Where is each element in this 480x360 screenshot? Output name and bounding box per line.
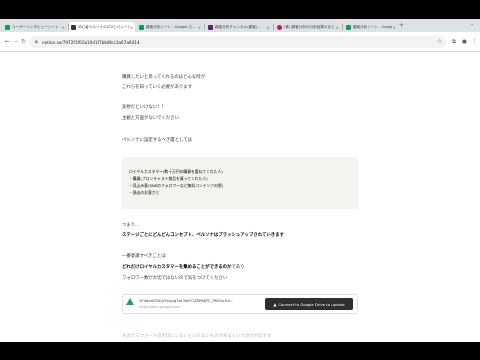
callout-line: ・過去のお客さと	[129, 190, 160, 195]
close-icon[interactable]: ×	[267, 25, 270, 30]
paragraph: つまり...	[122, 223, 140, 228]
profile-icon	[277, 24, 282, 30]
extensions-icon[interactable]: ⧉	[452, 39, 456, 46]
close-icon[interactable]: ×	[393, 25, 396, 30]
paragraph: ペルソナに設定するべき層としては	[122, 138, 193, 143]
tab-title: 初心者ペルソナのLTVとパレート...	[78, 24, 129, 29]
close-icon[interactable]: ×	[62, 25, 65, 30]
paragraph: フォロワー数が大切ではないので気をつけてください	[122, 276, 228, 281]
sheets-icon	[346, 24, 351, 30]
sheets-icon	[5, 24, 10, 30]
lock-icon[interactable]: 🔒︎	[35, 39, 38, 45]
text-span: であり	[231, 265, 245, 270]
url-text[interactable]: notion.so/7972f1f01b10d1f7bb8fcc3a67a641…	[42, 40, 140, 45]
tab-user-interview[interactable]: ユーザーインタビューシート - ... ×	[3, 22, 67, 32]
sheets-icon	[139, 24, 144, 30]
callout-block: ロイヤルカスタマー(数十万円の購買を重ねてくれた人) ・購買(プロンキャスト商品…	[122, 157, 358, 209]
close-icon[interactable]: ×	[198, 25, 201, 30]
bold-span: どれだけロイヤルカスタマーを集めることができるのか	[122, 265, 232, 270]
tab-separator	[273, 24, 274, 30]
bookmark-title[interactable]: 1F4dvnS35LVYyypg7ol-9w7CZSP6KTC_PKOQrUe.…	[139, 298, 233, 303]
close-icon[interactable]: ×	[336, 25, 339, 30]
tab-slack-channel[interactable]: 顧客分析チャンネル(顧客)... ×	[206, 22, 272, 32]
tab-analysis-summary[interactable]: (株) 顧客分析の分析結果のまとめ ×	[275, 22, 341, 32]
tab-notion-persona[interactable]: 初心者ペルソナのLTVとパレート... ×	[69, 22, 135, 32]
reload-icon[interactable]: ↻	[21, 38, 26, 45]
tab-sheets-analysis-2[interactable]: 顧客分析シート - Google ス... ×	[344, 22, 398, 32]
tab-sheets-analysis[interactable]: 顧客分析シート - Google ス... ×	[137, 22, 203, 32]
bookmark-host: https://docs.google.com	[139, 305, 180, 309]
screen: ユーザーインタビューシート - ... × 初心者ペルソナのLTVとパレート..…	[0, 0, 480, 360]
paragraph: 主観と方面がないでください	[122, 116, 179, 121]
tab-title: ユーザーインタビューシート - ...	[12, 24, 61, 29]
menu-dots-icon[interactable]: ⋮	[472, 39, 478, 45]
chevron-down-icon[interactable]: ⌄	[470, 21, 474, 27]
paragraph: これらを知っていく必要があります	[122, 85, 193, 90]
new-tab-button[interactable]: +	[399, 22, 404, 29]
google-drive-icon: ▲	[273, 301, 277, 307]
forward-arrow-icon[interactable]: →	[13, 38, 18, 45]
connect-google-drive-button[interactable]: ▲ Connect to Google Drive to update	[265, 298, 353, 310]
paragraph: 妄想だといけない！！	[122, 105, 166, 110]
back-arrow-icon[interactable]: ←	[5, 38, 10, 45]
profile-avatar-icon[interactable]: ●	[462, 39, 467, 45]
tab-title: 顧客分析シート - Google ス...	[353, 24, 392, 29]
tab-separator	[342, 24, 343, 30]
letterbox-top	[0, 0, 480, 19]
connect-label: Connect to Google Drive to update	[278, 301, 345, 307]
bold-paragraph: ステージごとにどんどんコンセプト、ペルソナはブラッシュアップされていきます	[122, 233, 284, 238]
google-drive-icon	[126, 298, 134, 305]
paragraph: 一番意識すべきことは	[122, 254, 166, 259]
paragraph: 購買したいと思ってくれるのはどんな時が	[122, 75, 206, 80]
tab-title: (株) 顧客分析の分析結果のまとめ	[284, 24, 335, 29]
callout-line: ・購買(プロンキャスト商品を買ってくれた人)	[129, 176, 208, 181]
tab-title: 顧客分析チャンネル(顧客)...	[215, 24, 261, 29]
callout-line: ロイヤルカスタマー(数十万円の購買を重ねてくれた人)	[129, 169, 223, 174]
tab-separator	[204, 24, 205, 30]
letterbox-bottom	[0, 342, 480, 360]
paragraph: そのた三つパートの大切にしないといけないものがあるというのが大切です	[122, 334, 272, 339]
tab-title: 顧客分析シート - Google ス...	[146, 24, 196, 29]
close-icon[interactable]: ×	[130, 25, 133, 30]
callout-line: ・見込み客(SNSのフォロワーなど無料コンテンツの層)	[129, 183, 224, 188]
paragraph: どれだけロイヤルカスタマーを集めることができるのかであり	[122, 264, 245, 270]
star-icon[interactable]: ☆	[437, 38, 442, 45]
notion-icon	[71, 24, 76, 30]
slack-icon	[208, 24, 213, 30]
